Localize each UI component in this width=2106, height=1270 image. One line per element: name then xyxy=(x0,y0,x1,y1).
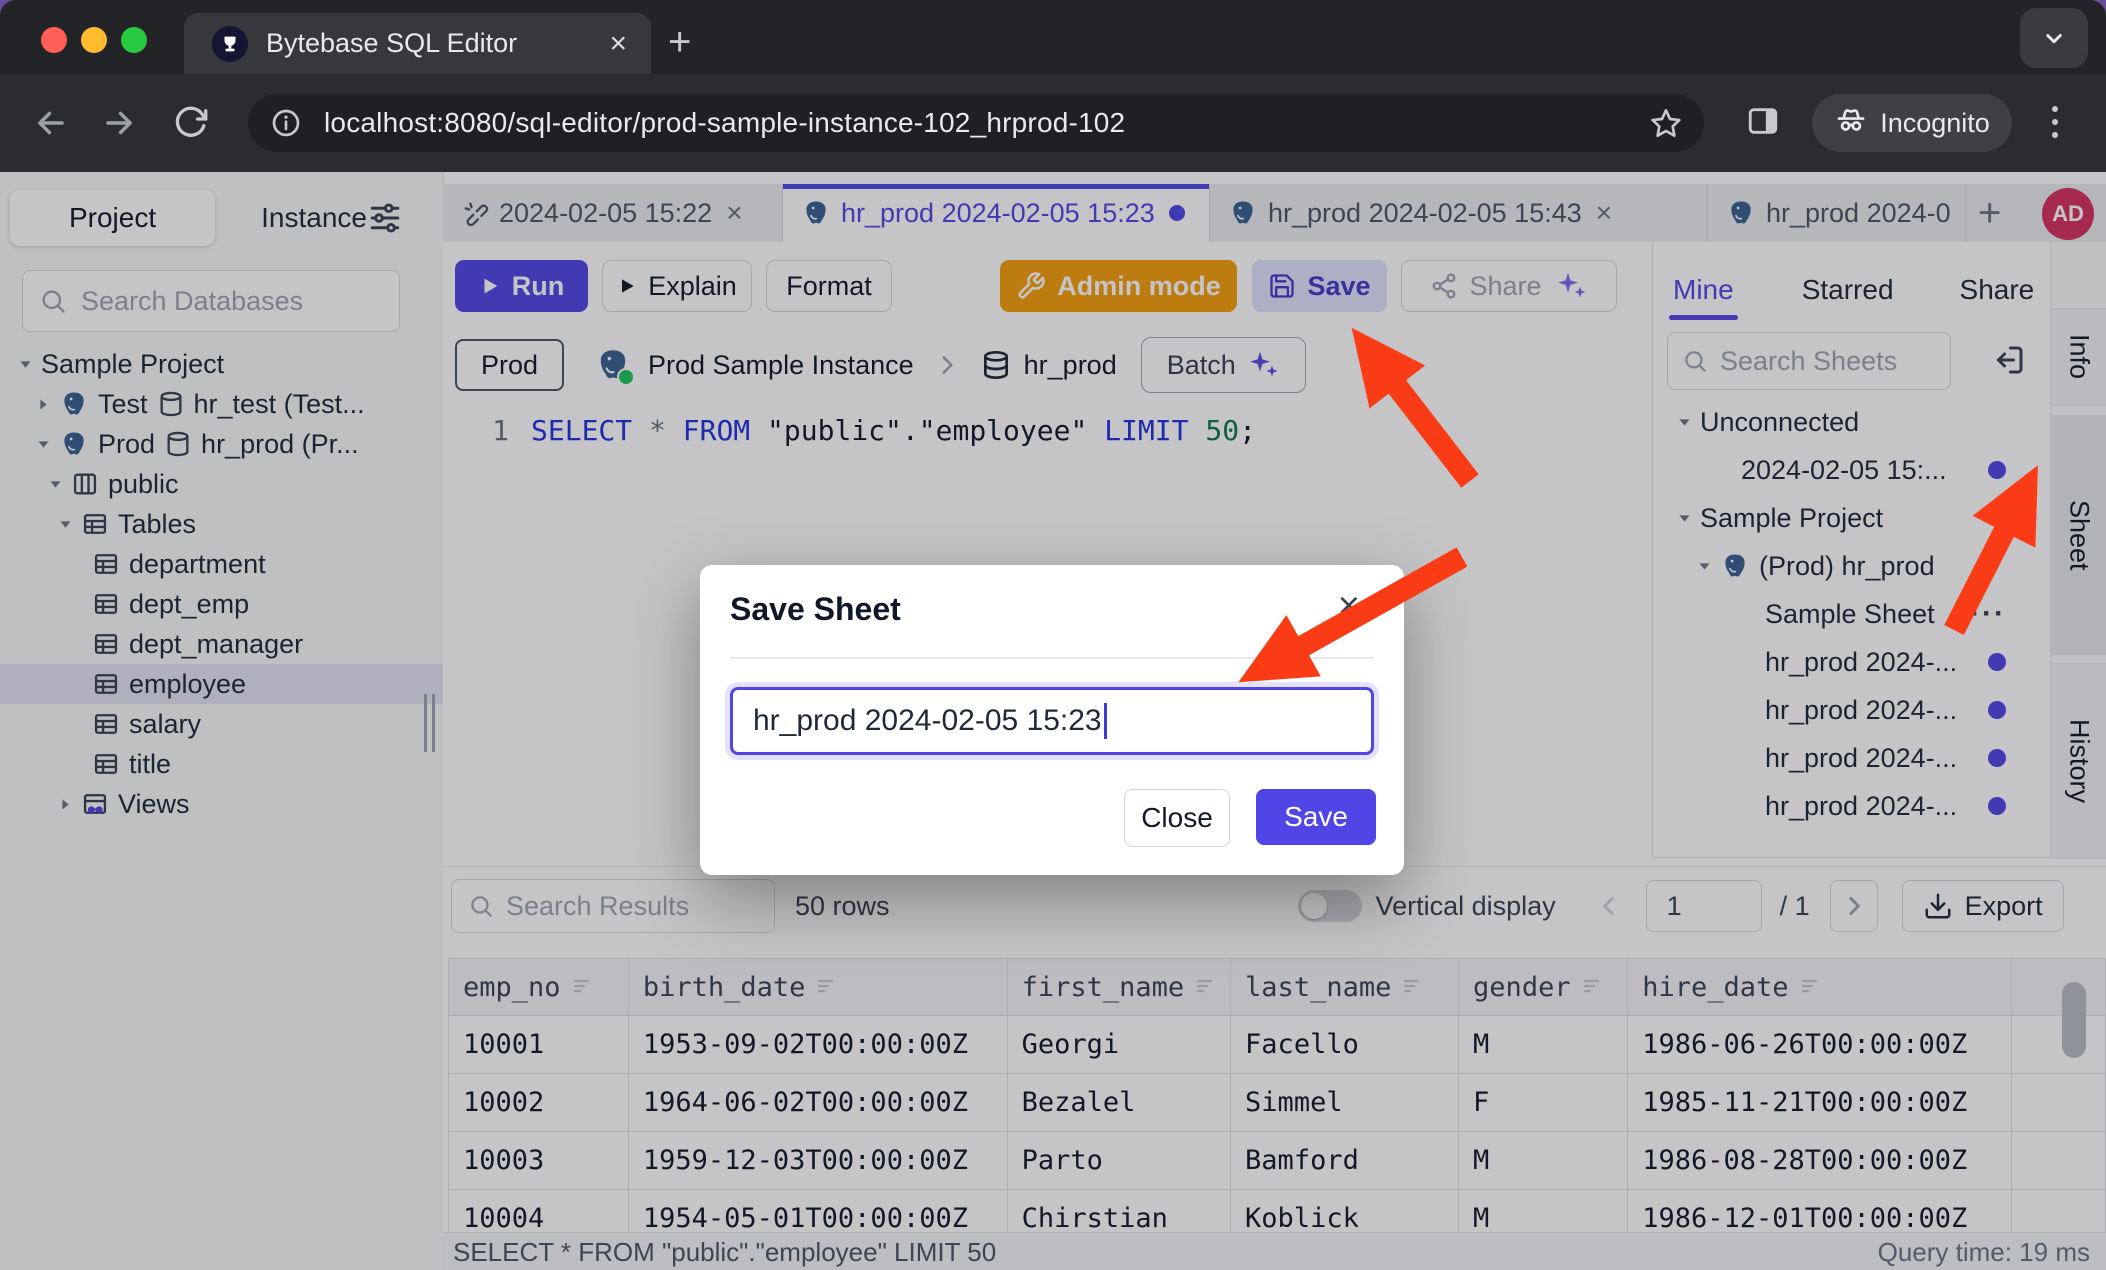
incognito-badge: Incognito xyxy=(1812,94,2012,152)
url-text: localhost:8080/sql-editor/prod-sample-in… xyxy=(324,107,1125,139)
sheet-name-value: hr_prod 2024-02-05 15:23 xyxy=(753,704,1102,738)
mac-close-button[interactable] xyxy=(41,27,67,53)
save-sheet-dialog: Save Sheet × hr_prod 2024-02-05 15:23 Cl… xyxy=(700,565,1404,875)
mac-minimize-button[interactable] xyxy=(81,27,107,53)
browser-window: Bytebase SQL Editor × + loc xyxy=(0,0,2106,1270)
browser-navbar: localhost:8080/sql-editor/prod-sample-in… xyxy=(0,74,2106,172)
save-button[interactable]: Save xyxy=(1256,789,1376,845)
browser-tab[interactable]: Bytebase SQL Editor × xyxy=(184,13,651,74)
dialog-divider xyxy=(730,657,1374,659)
tab-search-chevron-icon[interactable] xyxy=(2020,8,2088,68)
back-icon[interactable] xyxy=(32,104,70,147)
side-panel-icon[interactable] xyxy=(1746,104,1780,143)
address-bar[interactable]: localhost:8080/sql-editor/prod-sample-in… xyxy=(248,94,1704,152)
close-button[interactable]: Close xyxy=(1124,789,1230,847)
browser-menu-icon[interactable] xyxy=(2052,106,2058,138)
browser-tab-title: Bytebase SQL Editor xyxy=(266,28,517,59)
screenshot-stage: Bytebase SQL Editor × + loc xyxy=(0,0,2106,1270)
reload-icon[interactable] xyxy=(172,104,208,145)
browser-tabstrip: Bytebase SQL Editor × + xyxy=(0,0,2106,74)
dialog-title: Save Sheet xyxy=(730,591,901,628)
bytebase-app: Project Instance Search Databases Sample… xyxy=(0,172,2106,1270)
browser-tab-close-icon[interactable]: × xyxy=(609,29,627,59)
sheet-name-input[interactable]: hr_prod 2024-02-05 15:23 xyxy=(730,687,1374,755)
incognito-icon xyxy=(1834,103,1868,144)
forward-icon[interactable] xyxy=(100,104,138,147)
bytebase-favicon-icon xyxy=(212,26,248,62)
browser-new-tab-button[interactable]: + xyxy=(668,20,691,65)
text-caret xyxy=(1104,703,1107,739)
mac-zoom-button[interactable] xyxy=(121,27,147,53)
bookmark-star-icon[interactable] xyxy=(1650,107,1682,139)
site-info-icon[interactable] xyxy=(270,107,302,139)
incognito-label: Incognito xyxy=(1880,108,1990,139)
dialog-close-icon[interactable]: × xyxy=(1338,587,1360,625)
